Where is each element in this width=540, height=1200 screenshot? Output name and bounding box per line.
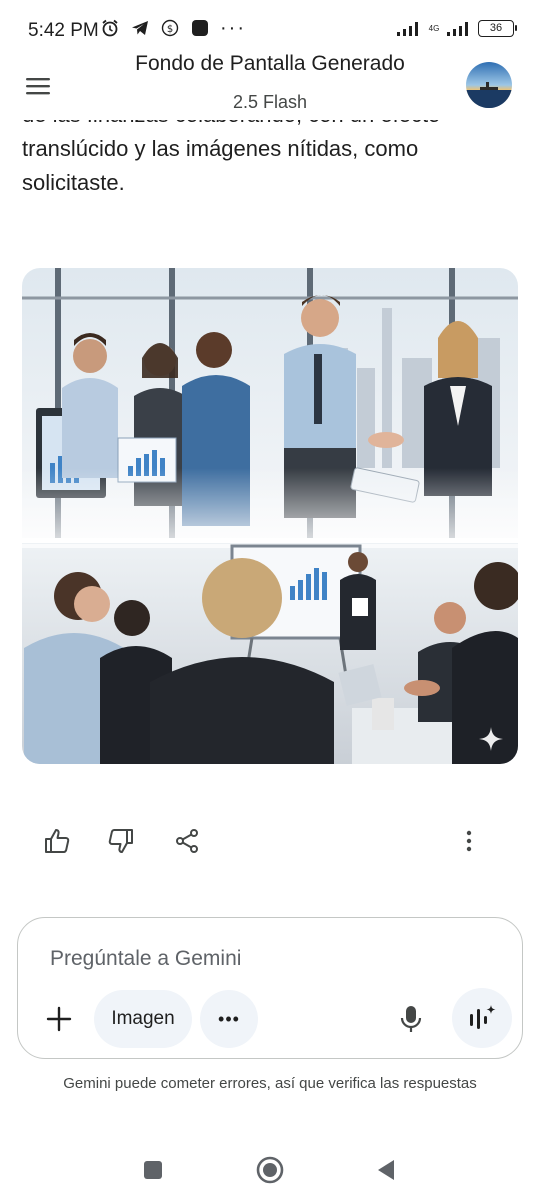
signal-icon	[397, 21, 418, 36]
thumbs-up-button[interactable]	[40, 824, 74, 858]
prompt-box: Imagen •••	[17, 917, 523, 1059]
thumbs-up-icon	[45, 829, 70, 853]
plus-icon	[46, 1006, 72, 1032]
recents-button[interactable]	[135, 1152, 171, 1188]
app-square-icon	[192, 20, 208, 36]
more-dots-icon: ···	[220, 17, 246, 39]
prompt-input[interactable]	[50, 944, 450, 974]
share-button[interactable]	[170, 824, 204, 858]
money-icon: $	[161, 19, 179, 37]
status-icons-left: $ ···	[100, 18, 246, 38]
network-label: 4G	[428, 23, 440, 33]
response-text: de las finanzas colaborando, con un efec…	[22, 112, 522, 200]
back-triangle-icon	[378, 1160, 394, 1180]
gemini-live-button[interactable]	[452, 988, 512, 1048]
telegram-icon	[132, 21, 148, 35]
signal-4g-icon	[447, 21, 468, 36]
generated-wallpaper-image[interactable]	[22, 268, 518, 764]
chat-title[interactable]: Fondo de Pantalla Generado	[0, 52, 540, 76]
model-selector[interactable]: 2.5 Flash	[0, 92, 540, 113]
microphone-button[interactable]	[394, 1002, 428, 1036]
status-icons-right: 4G 36	[396, 20, 517, 37]
share-icon	[176, 829, 198, 853]
disclaimer-text: Gemini puede cometer errores, así que ve…	[63, 1075, 477, 1092]
alarm-icon	[102, 19, 118, 37]
response-actions	[0, 820, 540, 864]
status-time: 5:42 PM	[28, 20, 99, 41]
back-button[interactable]	[368, 1152, 404, 1188]
navigation-bar	[0, 1140, 540, 1200]
app-header: Fondo de Pantalla Generado 2.5 Flash	[0, 40, 540, 120]
thumbs-down-button[interactable]	[104, 824, 138, 858]
add-attachment-button[interactable]	[40, 1000, 78, 1038]
recents-square-icon	[144, 1161, 162, 1179]
image-tool-chip[interactable]: Imagen	[94, 990, 192, 1048]
battery-icon: 36	[478, 20, 517, 37]
response-visible-text: translúcido y las imágenes nítidas, como…	[22, 136, 419, 195]
microphone-icon	[400, 1006, 422, 1032]
more-tools-chip[interactable]: •••	[200, 990, 258, 1048]
more-vert-icon	[466, 830, 472, 852]
home-circle-icon	[256, 1156, 284, 1184]
thumbs-down-icon	[108, 829, 133, 853]
more-options-button[interactable]	[452, 824, 486, 858]
business-team-illustration	[22, 268, 518, 764]
screen: 5:42 PM $ ··· 4G 36 translúcido y las im…	[0, 0, 540, 1200]
svg-text:$: $	[167, 24, 173, 35]
sparkle-icon	[479, 727, 503, 751]
live-waveform-icon	[470, 1005, 496, 1029]
battery-level: 36	[489, 22, 503, 34]
avatar[interactable]	[466, 62, 512, 108]
home-button[interactable]	[252, 1152, 288, 1188]
